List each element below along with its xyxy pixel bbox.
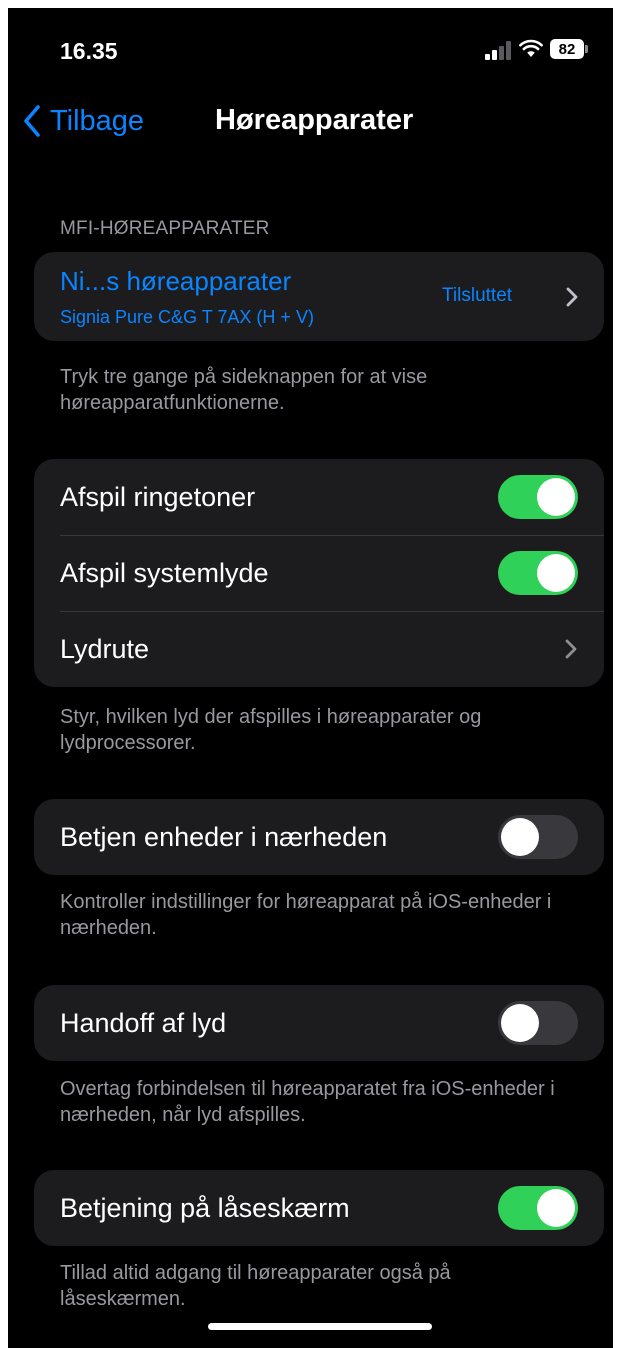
lockscreen-toggle[interactable] <box>498 1186 578 1230</box>
toggle-knob <box>537 478 575 516</box>
nearby-row: Betjen enheder i nærheden <box>34 799 604 875</box>
handoff-toggle[interactable] <box>498 1001 578 1045</box>
mfi-footer: Tryk tre gange på sideknappen for at vis… <box>60 366 428 414</box>
chevron-right-icon <box>566 287 578 307</box>
page-title: Høreapparater <box>215 104 414 136</box>
home-indicator[interactable] <box>208 1323 432 1330</box>
device-name: Ni...s høreapparater <box>60 266 292 296</box>
audio-footer: Styr, hvilken lyd der afspilles i høreap… <box>60 706 482 754</box>
system-sounds-row: Afspil systemlyde <box>34 535 604 611</box>
nearby-toggle[interactable] <box>498 815 578 859</box>
chevron-right-icon <box>565 639 577 659</box>
back-button[interactable]: Tilbage <box>22 104 144 138</box>
toggle-knob <box>501 1004 539 1042</box>
handoff-group: Handoff af lyd <box>34 985 604 1061</box>
ringtones-row: Afspil ringetoner <box>34 459 604 535</box>
nearby-footer: Kontroller indstillinger for høreapparat… <box>60 891 552 939</box>
back-label: Tilbage <box>50 104 145 137</box>
audio-route-row[interactable]: Lydrute <box>34 611 604 687</box>
screen: 16.35 82 Tilbage Høreapparater MFI-HØREA… <box>8 8 613 1348</box>
handoff-footer: Overtag forbindelsen til høreapparatet f… <box>60 1078 555 1126</box>
status-time: 16.35 <box>60 38 118 64</box>
chevron-left-icon <box>24 105 40 137</box>
section-header-mfi: MFI-HØREAPPARATER <box>60 218 270 239</box>
handoff-row: Handoff af lyd <box>34 985 604 1061</box>
system-sounds-toggle[interactable] <box>498 551 578 595</box>
nearby-group: Betjen enheder i nærheden <box>34 799 604 875</box>
lockscreen-group: Betjening på låseskærm <box>34 1170 604 1246</box>
cellular-signal-icon <box>485 40 513 60</box>
toggle-knob <box>537 1189 575 1227</box>
audio-group: Afspil ringetoner Afspil systemlyde Lydr… <box>34 459 604 687</box>
ringtones-toggle[interactable] <box>498 475 578 519</box>
lockscreen-row: Betjening på låseskærm <box>34 1170 604 1246</box>
device-model: Signia Pure C&G T 7AX (H + V) <box>60 307 314 327</box>
toggle-knob <box>537 554 575 592</box>
lockscreen-footer: Tillad altid adgang til høreapparater og… <box>60 1262 451 1310</box>
hearing-device-row[interactable]: Ni...s høreapparater Signia Pure C&G T 7… <box>34 252 604 341</box>
wifi-icon <box>519 39 543 57</box>
battery-nub <box>585 45 588 53</box>
audio-route-label: Lydrute <box>60 633 150 664</box>
toggle-knob <box>501 818 539 856</box>
device-status: Tilsluttet <box>442 285 513 306</box>
battery-icon: 82 <box>550 39 584 59</box>
